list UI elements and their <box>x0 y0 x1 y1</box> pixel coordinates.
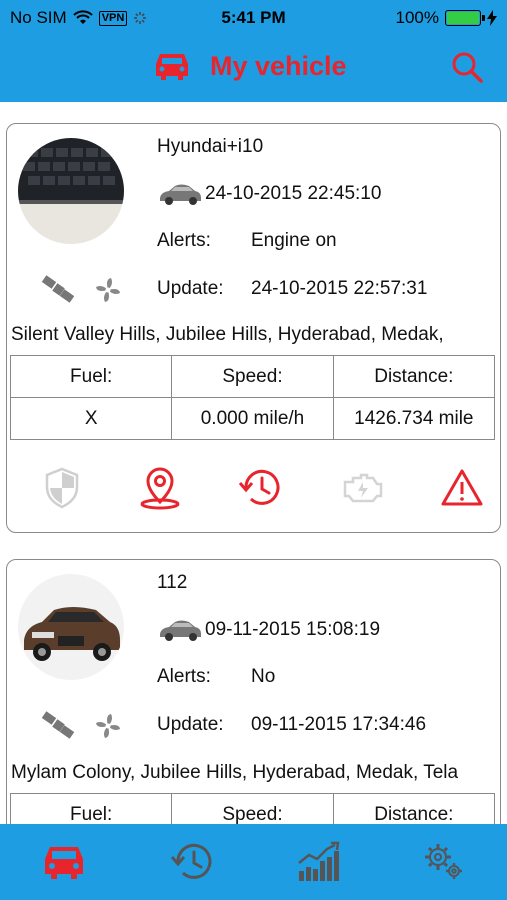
vehicle-address: Mylam Colony, Jubilee Hills, Hyderabad, … <box>11 762 459 783</box>
vehicle-photo <box>18 138 124 244</box>
page-title: My vehicle <box>210 50 347 81</box>
distance-header: Distance: <box>332 793 496 824</box>
vehicle-time: 24-10-2015 22:45:10 <box>205 183 382 204</box>
search-icon[interactable] <box>449 50 485 86</box>
update-value: 09-11-2015 17:34:46 <box>251 714 427 735</box>
speed-header: Speed: <box>171 793 334 824</box>
satellite-icon <box>41 711 75 739</box>
update-label: Update: <box>157 278 224 299</box>
app-header: No SIM VPN 5:41 PM 100% My vehicle <box>0 0 507 102</box>
update-label: Update: <box>157 714 224 735</box>
tab-history[interactable] <box>162 836 222 888</box>
vehicle-list[interactable]: Hyundai+i10 24-10-2015 22:45:10 Alerts: … <box>0 102 507 824</box>
vehicle-name: Hyundai+i10 <box>157 136 264 157</box>
vehicle-time: 09-11-2015 15:08:19 <box>205 619 381 640</box>
speed-header: Speed: <box>171 355 334 398</box>
car-thumbnail-icon <box>160 620 201 641</box>
alerts-value: Engine on <box>251 230 337 251</box>
settings-icon <box>425 844 462 879</box>
engine-icon[interactable] <box>337 464 387 512</box>
status-bar: No SIM VPN 5:41 PM 100% <box>0 0 507 34</box>
distance-header: Distance: <box>332 355 496 398</box>
vehicle-address: Silent Valley Hills, Jubilee Hills, Hyde… <box>11 324 444 345</box>
fuel-value: X <box>9 397 173 440</box>
stats-table: Fuel: Speed: Distance: <box>9 793 496 824</box>
vehicle-name: 112 <box>157 572 188 593</box>
history-icon[interactable] <box>235 464 285 512</box>
chart-icon <box>298 841 340 881</box>
alerts-label: Alerts: <box>157 666 211 687</box>
tab-vehicles[interactable] <box>34 836 94 888</box>
nav-bar: My vehicle <box>0 40 507 100</box>
warning-icon[interactable] <box>437 464 487 512</box>
car-icon <box>156 54 188 80</box>
tab-bar <box>0 824 507 900</box>
car-icon <box>45 847 83 879</box>
fan-icon <box>96 278 120 302</box>
tab-reports[interactable] <box>288 836 348 888</box>
shield-icon[interactable] <box>37 464 87 512</box>
tab-settings[interactable] <box>414 836 474 888</box>
alerts-value: No <box>251 666 276 687</box>
vehicle-card[interactable]: Hyundai+i10 24-10-2015 22:45:10 Alerts: … <box>6 123 501 533</box>
update-value: 24-10-2015 22:57:31 <box>251 278 428 299</box>
battery-percent: 100% <box>395 8 439 27</box>
vehicle-card[interactable]: 112 09-11-2015 15:08:19 Alerts: No Updat… <box>6 559 501 824</box>
fuel-header: Fuel: <box>9 793 173 824</box>
alerts-label: Alerts: <box>157 230 211 251</box>
distance-value: 1426.734 mile <box>332 397 496 440</box>
vehicle-actions <box>7 464 500 514</box>
stats-table: Fuel: Speed: Distance: X 0.000 mile/h 14… <box>9 355 496 440</box>
fan-icon <box>96 714 120 738</box>
speed-value: 0.000 mile/h <box>171 397 334 440</box>
satellite-icon <box>41 275 75 303</box>
vehicle-photo <box>18 574 124 680</box>
battery-icon <box>445 10 485 26</box>
history-icon <box>170 843 212 879</box>
car-thumbnail-icon <box>160 184 201 205</box>
fuel-header: Fuel: <box>9 355 173 398</box>
charging-icon <box>487 10 497 26</box>
location-pin-icon[interactable] <box>135 464 185 512</box>
